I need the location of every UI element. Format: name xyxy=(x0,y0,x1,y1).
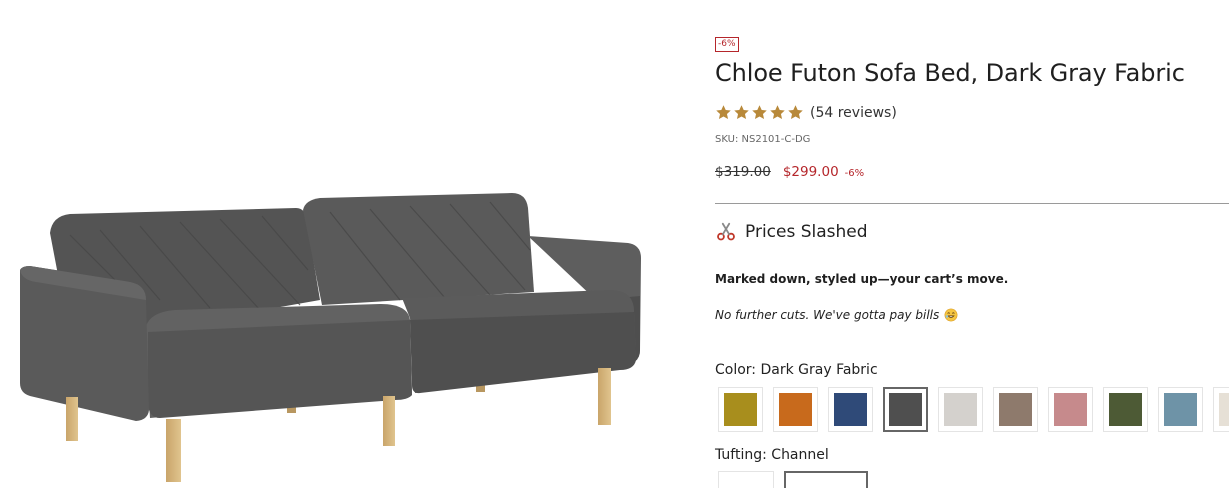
price-row: $319.00 $299.00 -6% xyxy=(715,164,864,180)
swatch-chip xyxy=(834,393,867,426)
original-price: $319.00 xyxy=(715,164,771,180)
color-swatch-orange[interactable] xyxy=(773,387,818,432)
sku-text: SKU: NS2101-C-DG xyxy=(715,134,811,145)
swatch-chip xyxy=(944,393,977,426)
product-title: Chloe Futon Sofa Bed, Dark Gray Fabric xyxy=(715,59,1185,87)
color-swatch-navy[interactable] xyxy=(828,387,873,432)
discount-badge: -6% xyxy=(715,37,739,52)
tufting-option[interactable] xyxy=(718,471,774,488)
swatch-chip xyxy=(999,393,1032,426)
promo-note: No further cuts. We've gotta pay bills xyxy=(715,308,958,322)
promo-tagline: Marked down, styled up—your cart’s move. xyxy=(715,272,1009,286)
star-rating xyxy=(715,104,804,121)
price-discount: -6% xyxy=(844,168,865,179)
color-swatch-dark-gray[interactable] xyxy=(883,387,928,432)
star-icon xyxy=(716,105,731,120)
tufting-option-selected[interactable] xyxy=(784,471,868,488)
divider xyxy=(715,203,1229,204)
tufting-options xyxy=(718,471,868,488)
color-swatches xyxy=(718,387,1229,432)
smiling-face-icon xyxy=(944,308,958,322)
color-swatch-taupe[interactable] xyxy=(993,387,1038,432)
sale-price: $299.00 xyxy=(782,164,839,180)
swatch-chip xyxy=(889,393,922,426)
sofa-image xyxy=(20,193,641,482)
star-icon xyxy=(752,105,767,120)
scissors-icon xyxy=(717,222,735,241)
color-label: Color: Dark Gray Fabric xyxy=(715,362,878,378)
promo-title: Prices Slashed xyxy=(745,222,868,242)
swatch-chip xyxy=(724,393,757,426)
star-icon xyxy=(788,105,803,120)
color-swatch-olive[interactable] xyxy=(1103,387,1148,432)
color-swatch-rose[interactable] xyxy=(1048,387,1093,432)
color-swatch-cream[interactable] xyxy=(1213,387,1229,432)
promo-header: Prices Slashed xyxy=(715,221,868,243)
swatch-chip xyxy=(1219,393,1229,426)
reviews-link[interactable]: (54 reviews) xyxy=(810,105,897,121)
swatch-chip xyxy=(1109,393,1142,426)
promo-note-text: No further cuts. We've gotta pay bills xyxy=(715,308,940,322)
swatch-chip xyxy=(1054,393,1087,426)
swatch-chip xyxy=(1164,393,1197,426)
rating-row[interactable]: (54 reviews) xyxy=(715,104,897,121)
color-swatch-mustard[interactable] xyxy=(718,387,763,432)
star-icon xyxy=(734,105,749,120)
tufting-label: Tufting: Channel xyxy=(715,447,829,463)
product-info: -6% Chloe Futon Sofa Bed, Dark Gray Fabr… xyxy=(715,0,1229,488)
color-swatch-light-gray[interactable] xyxy=(938,387,983,432)
product-image[interactable] xyxy=(0,0,680,488)
swatch-chip xyxy=(779,393,812,426)
color-swatch-slate-blue[interactable] xyxy=(1158,387,1203,432)
star-icon xyxy=(770,105,785,120)
